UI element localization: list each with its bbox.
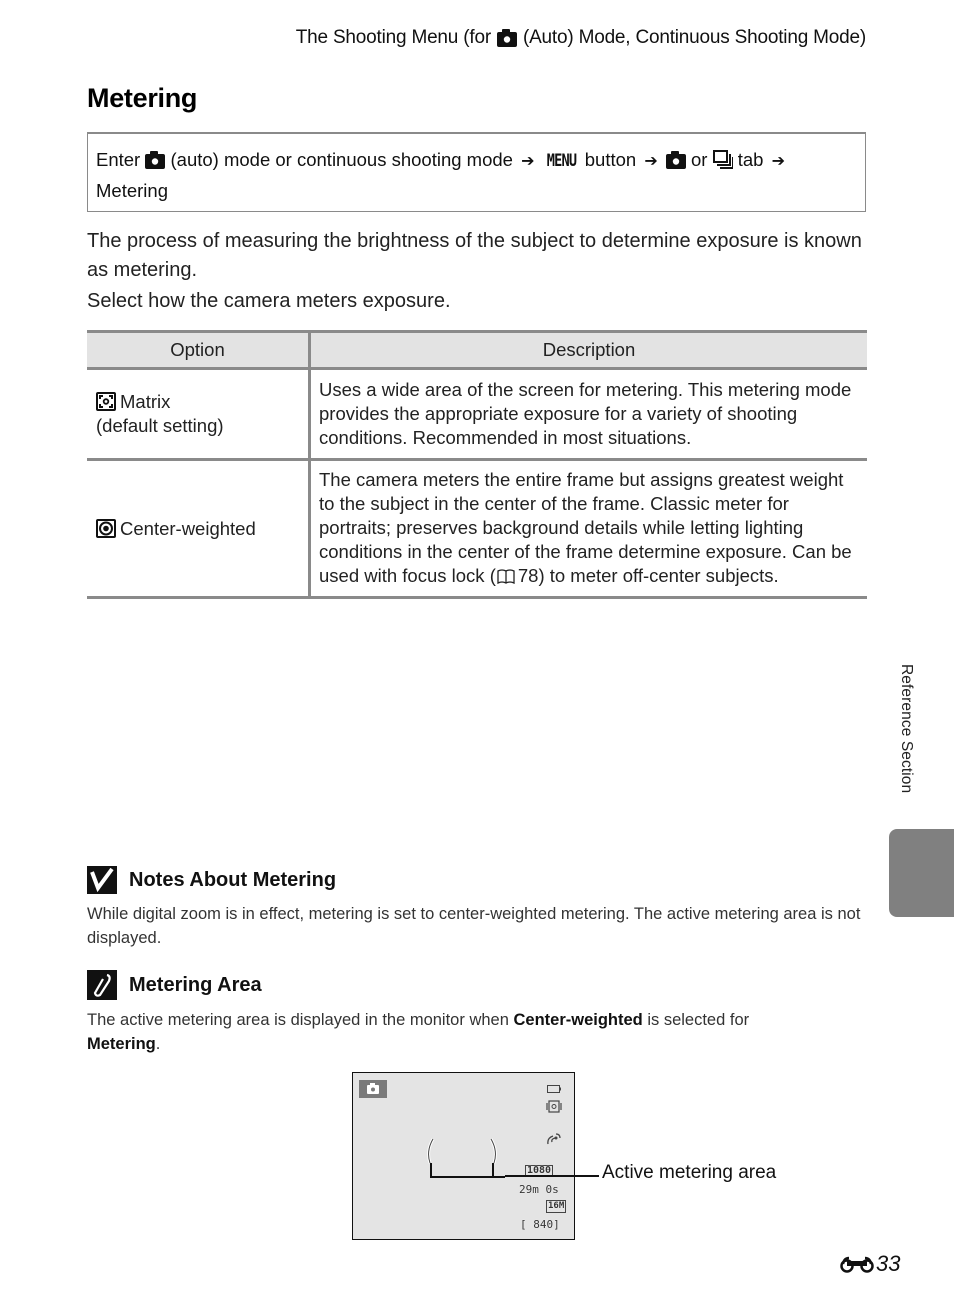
shooting-mode-icon — [359, 1080, 387, 1098]
running-head: The Shooting Menu (for (Auto) Mode, Cont… — [296, 27, 866, 49]
section-label: Reference Section — [898, 664, 915, 794]
nav-text-button: button — [584, 149, 637, 170]
note-text: The active metering area is displayed in… — [87, 1011, 514, 1029]
metering-options-table: Option Description Matrix (default setti… — [87, 330, 867, 599]
note-heading: Metering Area — [87, 970, 867, 1000]
description-cell: The camera meters the entire frame but a… — [309, 459, 867, 599]
option-cell: Center-weighted — [87, 459, 311, 599]
nav-text-metering: Metering — [96, 180, 168, 201]
camera-auto-icon — [145, 151, 166, 169]
table-row: Matrix (default setting) Uses a wide are… — [87, 368, 867, 461]
note-title: Metering Area — [129, 973, 262, 996]
note-text: is selected for — [642, 1011, 750, 1029]
vibration-reduction-icon — [546, 1100, 562, 1113]
note-heading: Notes About Metering — [87, 866, 867, 894]
note-body: The active metering area is displayed in… — [87, 1008, 867, 1056]
option-name: Center-weighted — [120, 517, 256, 539]
center-weighted-metering-icon — [96, 518, 116, 538]
nav-text-enter: Enter — [96, 149, 141, 170]
notes-about-metering: Notes About Metering While digital zoom … — [87, 866, 867, 950]
table-row: Center-weighted The camera meters the en… — [87, 459, 867, 599]
description-text: ) to meter off-center subjects. — [538, 565, 779, 586]
arrow-right-icon: ➔ — [771, 153, 786, 170]
column-header-description: Description — [309, 330, 867, 370]
menu-navigation-path: Enter (auto) mode or continuous shooting… — [87, 132, 866, 212]
option-name: Matrix — [120, 391, 171, 412]
shots-remaining-readout: [ 840] — [520, 1218, 560, 1231]
battery-icon — [547, 1085, 561, 1093]
note-emphasis: Metering — [87, 1035, 156, 1053]
image-size-indicator: 16M — [546, 1200, 567, 1213]
column-header-option: Option — [87, 330, 311, 370]
metering-area-note: Metering Area The active metering area i… — [87, 970, 867, 1056]
callout-label: Active metering area — [602, 1162, 777, 1183]
metering-area-brackets — [427, 1138, 505, 1178]
description-cell: Uses a wide area of the screen for meter… — [309, 368, 867, 461]
note-emphasis: Center-weighted — [513, 1011, 643, 1029]
table-header-row: Option Description — [87, 330, 867, 370]
arrow-right-icon: ➔ — [521, 153, 535, 170]
book-reference-icon — [497, 569, 515, 585]
intro-instruction: Select how the camera meters exposure. — [87, 290, 451, 312]
nav-text-mode: (auto) mode or continuous shooting mode — [170, 149, 513, 170]
running-head-text-after: (Auto) Mode, Continuous Shooting Mode) — [522, 27, 866, 48]
page-title: Metering — [87, 83, 198, 113]
matrix-metering-icon — [96, 392, 116, 411]
reference-page-link[interactable]: 78 — [518, 565, 539, 586]
motion-detection-icon — [547, 1133, 561, 1145]
note-text: . — [155, 1035, 161, 1053]
note-title: Notes About Metering — [129, 868, 337, 891]
page-number: 33 — [840, 1251, 900, 1277]
arrow-right-icon: ➔ — [644, 153, 658, 170]
section-thumb-tab[interactable] — [889, 829, 954, 917]
camera-tab-icon — [665, 151, 686, 169]
continuous-shooting-tab-icon — [712, 150, 733, 169]
menu-button-label: MENU — [546, 151, 576, 171]
camera-auto-icon — [496, 29, 517, 47]
caution-check-icon — [87, 866, 117, 894]
option-default-note: (default setting) — [96, 415, 224, 436]
pencil-note-icon — [87, 970, 117, 1000]
running-head-text-before: The Shooting Menu (for — [295, 27, 491, 48]
reference-section-icon — [840, 1256, 874, 1273]
camera-monitor-illustration: 1080 29m 0s 16M [ 840] — [352, 1072, 575, 1240]
intro-paragraph: The process of measuring the brightness … — [87, 230, 862, 281]
nav-text-or: or — [691, 149, 708, 170]
callout-line — [505, 1175, 599, 1177]
page-number-value: 33 — [876, 1251, 901, 1276]
nav-text-tab: tab — [737, 149, 764, 170]
remaining-time-readout: 29m 0s — [519, 1183, 559, 1196]
note-body: While digital zoom is in effect, meterin… — [87, 905, 861, 947]
option-cell: Matrix (default setting) — [87, 368, 311, 461]
